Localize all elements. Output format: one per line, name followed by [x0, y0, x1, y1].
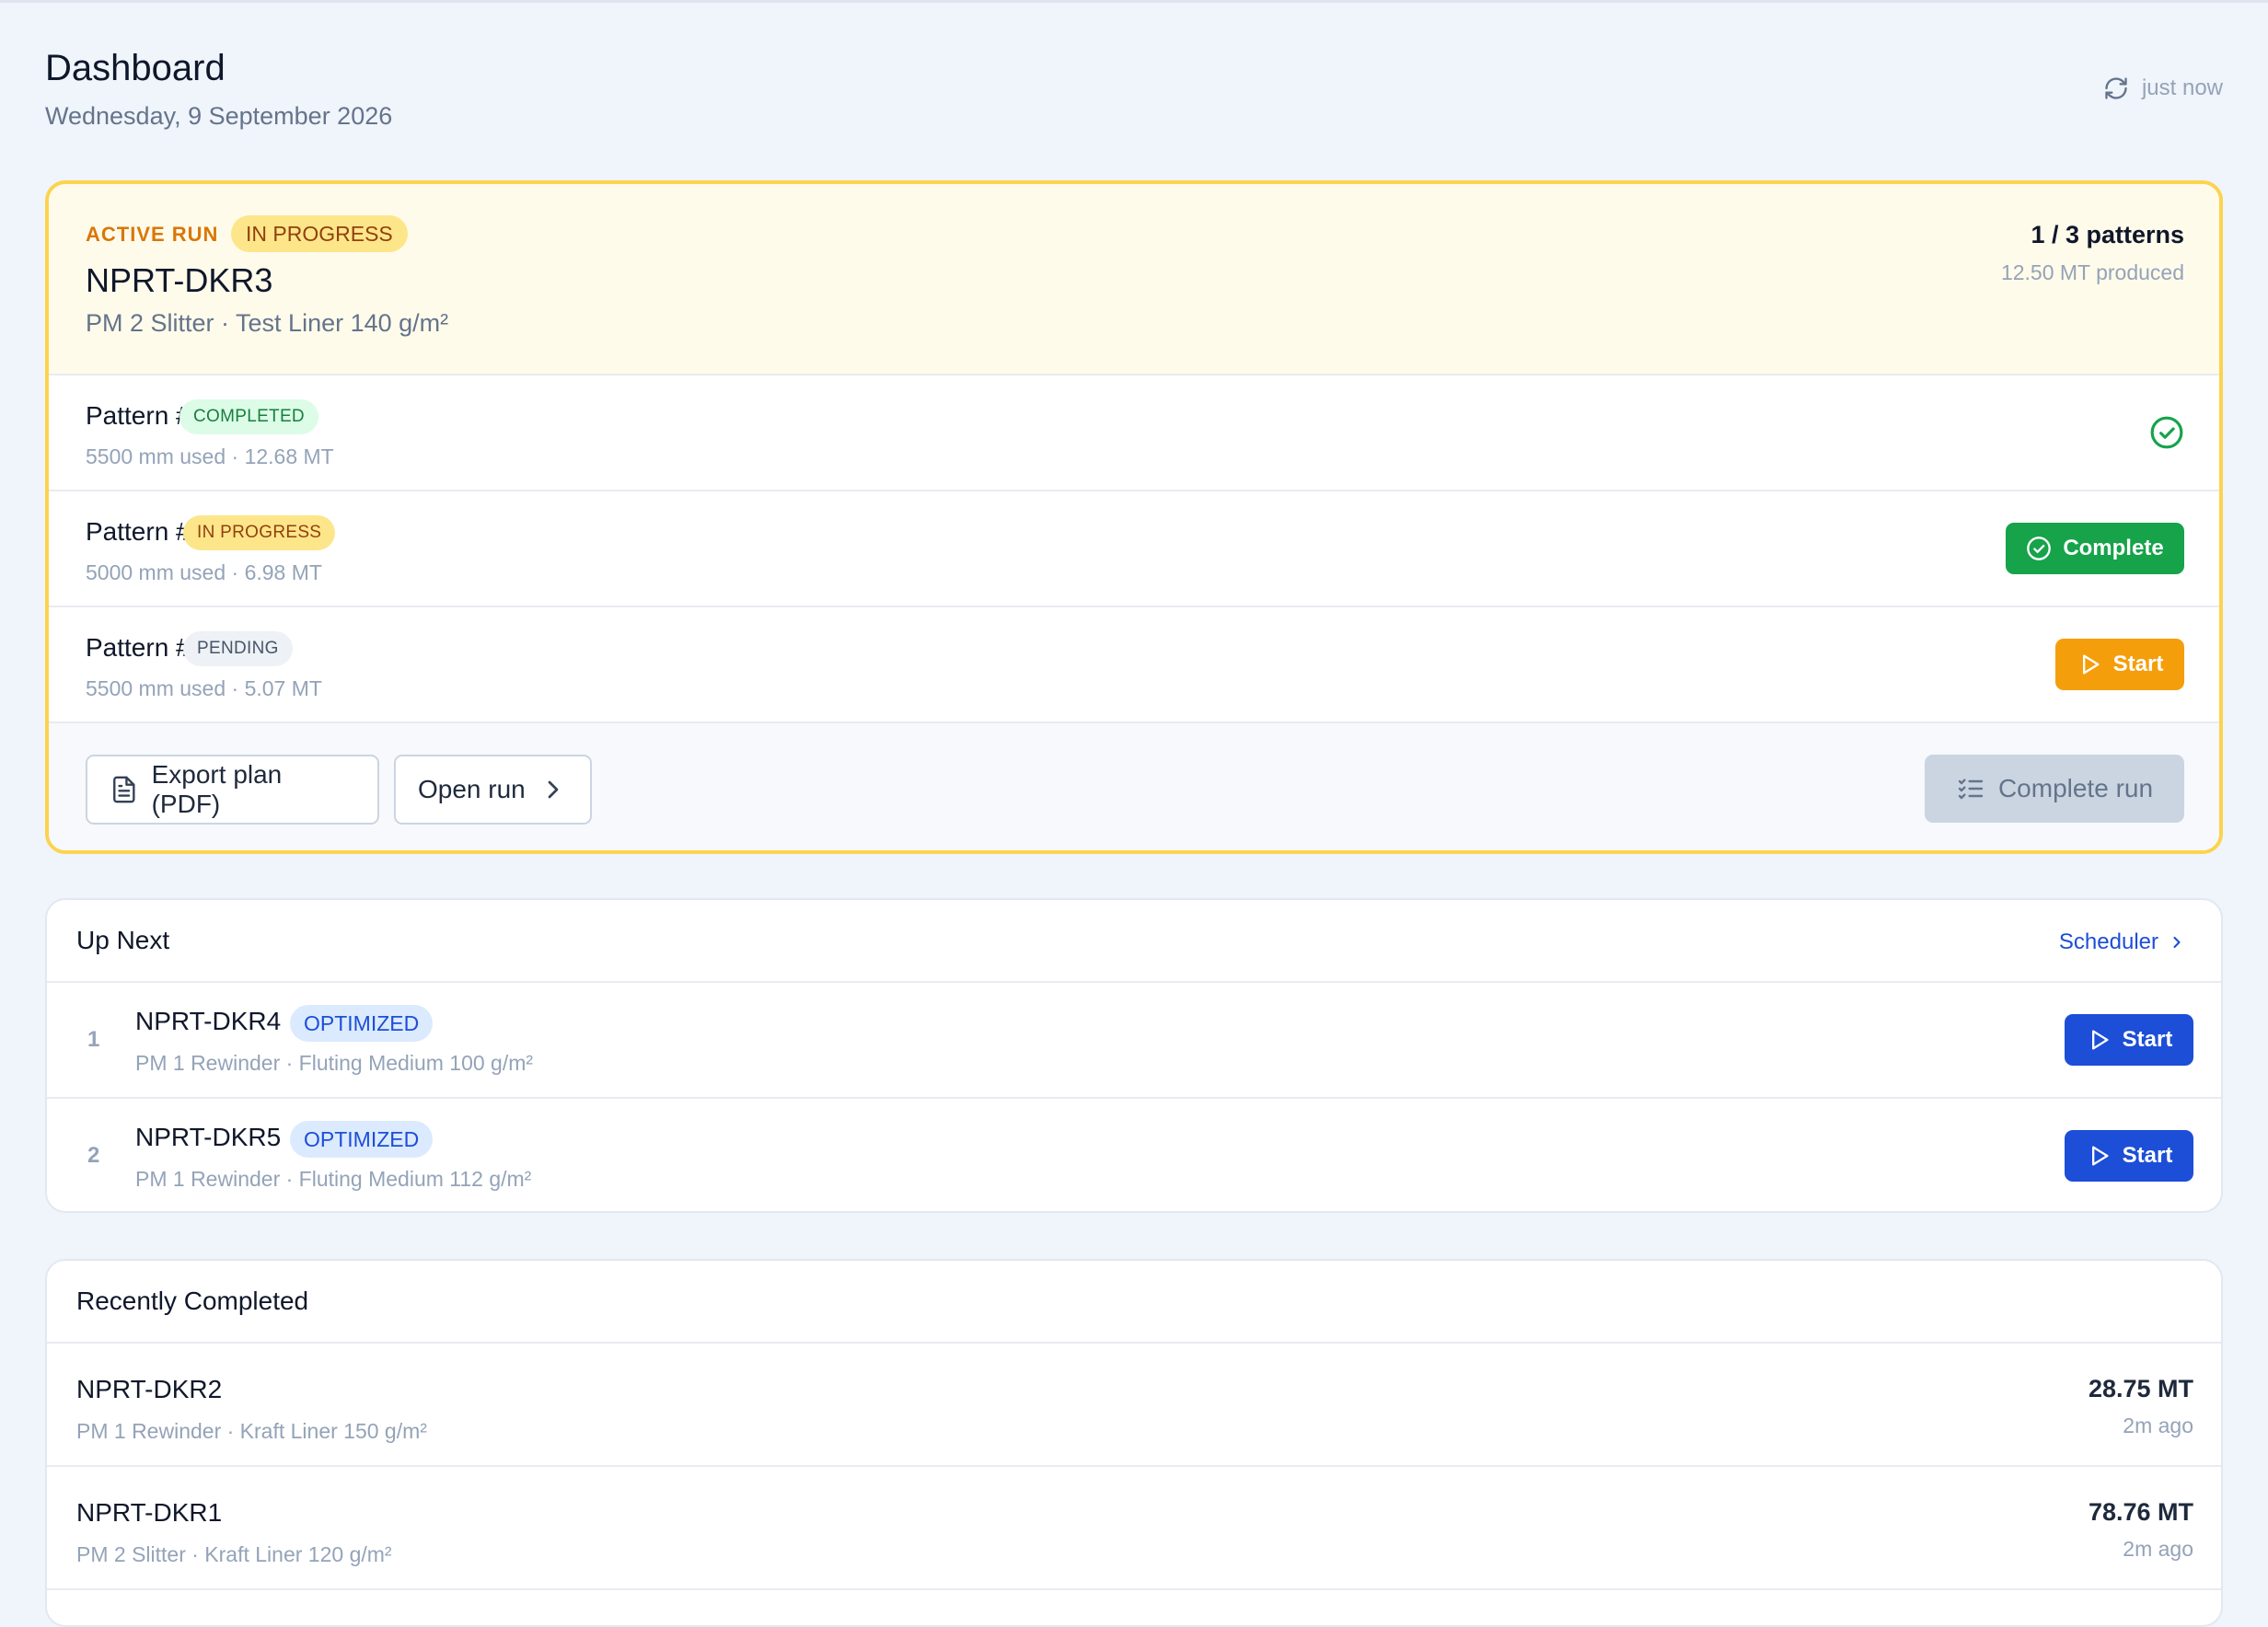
scheduler-label: Scheduler [2058, 929, 2158, 954]
status-badge: OPTIMIZED [290, 1121, 434, 1158]
pattern-row-1: Pattern #1 COMPLETED 5500 mm used · 12.6… [49, 375, 2219, 491]
pattern-status-badge: COMPLETED [179, 399, 318, 434]
up-next-row: 2 NPRT-DKR5 OPTIMIZED PM 1 Rewinder · Fl… [47, 1099, 2221, 1211]
produced-amount: 12.50 MT produced [2000, 260, 2184, 284]
patterns-summary: 1 / 3 patterns [2031, 221, 2184, 248]
start-pattern-button[interactable]: Start [2055, 639, 2184, 690]
pattern-meta: 5500 mm used · 12.68 MT [86, 444, 334, 468]
check-circle-icon [2027, 537, 2052, 560]
active-run-name: NPRT-DKR3 [86, 261, 273, 299]
export-plan-button[interactable]: Export plan (PDF) [86, 755, 379, 825]
run-time-ago: 2m ago [2123, 1537, 2193, 1561]
run-name: NPRT-DKR5 [135, 1123, 282, 1151]
export-plan-label: Export plan (PDF) [151, 760, 283, 818]
pattern-status-badge: IN PROGRESS [183, 515, 336, 550]
run-tonnage: 78.76 MT [2088, 1498, 2193, 1526]
pattern-status-badge: PENDING [183, 631, 293, 666]
open-run-button[interactable]: Open run [394, 755, 592, 825]
start-run-label: Start [2122, 1027, 2173, 1052]
dashboard-page: Dashboard Wednesday, 9 September 2026 ju… [45, 0, 2223, 1627]
play-icon [2082, 654, 2100, 675]
run-meta: PM 1 Rewinder · Fluting Medium 100 g/m² [135, 1051, 534, 1075]
start-pattern-label: Start [2112, 652, 2164, 676]
complete-pattern-label: Complete [2063, 536, 2164, 560]
run-name: NPRT-DKR4 [135, 1007, 282, 1035]
page-date: Wednesday, 9 September 2026 [45, 102, 393, 130]
refresh-icon [2105, 77, 2127, 99]
pattern-meta: 5500 mm used · 5.07 MT [86, 676, 322, 700]
complete-run-button[interactable]: Complete run [1925, 755, 2184, 823]
queue-number: 1 [87, 1027, 100, 1052]
run-meta: PM 2 Slitter · Kraft Liner 120 g/m² [76, 1542, 392, 1566]
pattern-row-3: Pattern #3 PENDING 5500 mm used · 5.07 M… [49, 607, 2219, 723]
refresh-label: just now [2141, 75, 2223, 100]
run-tonnage: 28.75 MT [2088, 1375, 2193, 1402]
complete-run-label: Complete run [1997, 774, 2154, 802]
completed-row[interactable]: NPRT-DKR1 PM 2 Slitter · Kraft Liner 120… [47, 1467, 2221, 1590]
run-meta: PM 1 Rewinder · Fluting Medium 112 g/m² [135, 1167, 532, 1191]
active-run-subtitle: PM 2 Slitter · Test Liner 140 g/m² [86, 309, 449, 337]
up-next-card: Up Next Scheduler 1 NPRT-DKR4 OPTIMIZED … [45, 898, 2223, 1213]
scheduler-link[interactable]: Scheduler [2059, 929, 2186, 955]
start-run-label: Start [2122, 1143, 2173, 1168]
up-next-row: 1 NPRT-DKR4 OPTIMIZED PM 1 Rewinder · Fl… [47, 983, 2221, 1099]
up-next-header: Up Next Scheduler [47, 900, 2221, 983]
chevron-right-icon [2173, 936, 2181, 949]
active-run-label: ACTIVE RUN [86, 223, 219, 246]
play-icon [2091, 1030, 2109, 1050]
status-badge: OPTIMIZED [290, 1005, 434, 1042]
run-meta: PM 1 Rewinder · Kraft Liner 150 g/m² [76, 1419, 427, 1443]
active-run-card: ACTIVE RUN IN PROGRESS NPRT-DKR3 PM 2 Sl… [45, 180, 2223, 854]
run-time-ago: 2m ago [2123, 1414, 2193, 1437]
up-next-title: Up Next [76, 926, 170, 954]
recently-completed-card: Recently Completed NPRT-DKR2 PM 1 Rewind… [45, 1259, 2223, 1627]
play-icon [2091, 1146, 2109, 1166]
status-badge: IN PROGRESS [231, 215, 408, 252]
completed-row[interactable]: NPRT-DKR2 PM 1 Rewinder · Kraft Liner 15… [47, 1344, 2221, 1467]
active-run-header: ACTIVE RUN IN PROGRESS NPRT-DKR3 PM 2 Sl… [49, 184, 2219, 375]
pattern-meta: 5000 mm used · 6.98 MT [86, 560, 322, 584]
open-run-label: Open run [418, 775, 526, 803]
start-run-button[interactable]: Start [2065, 1014, 2193, 1066]
file-text-icon [113, 776, 135, 803]
refresh-button[interactable]: just now [2103, 75, 2223, 101]
active-run-actions: Export plan (PDF) Open run Complete run [49, 723, 2219, 850]
page-title: Dashboard [45, 48, 226, 88]
check-circle-icon [2150, 416, 2183, 449]
list-checks-icon [1958, 779, 1984, 800]
recently-completed-title: Recently Completed [76, 1287, 309, 1315]
start-run-button[interactable]: Start [2065, 1130, 2193, 1182]
run-name: NPRT-DKR1 [76, 1498, 223, 1527]
recently-completed-header: Recently Completed [47, 1261, 2221, 1344]
complete-pattern-button[interactable]: Complete [2006, 523, 2184, 574]
page-header: Dashboard Wednesday, 9 September 2026 ju… [45, 0, 2223, 180]
run-name: NPRT-DKR2 [76, 1375, 223, 1403]
chevron-right-icon [548, 780, 559, 799]
queue-number: 2 [87, 1143, 100, 1168]
pattern-row-2: Pattern #2 IN PROGRESS 5000 mm used · 6.… [49, 491, 2219, 607]
